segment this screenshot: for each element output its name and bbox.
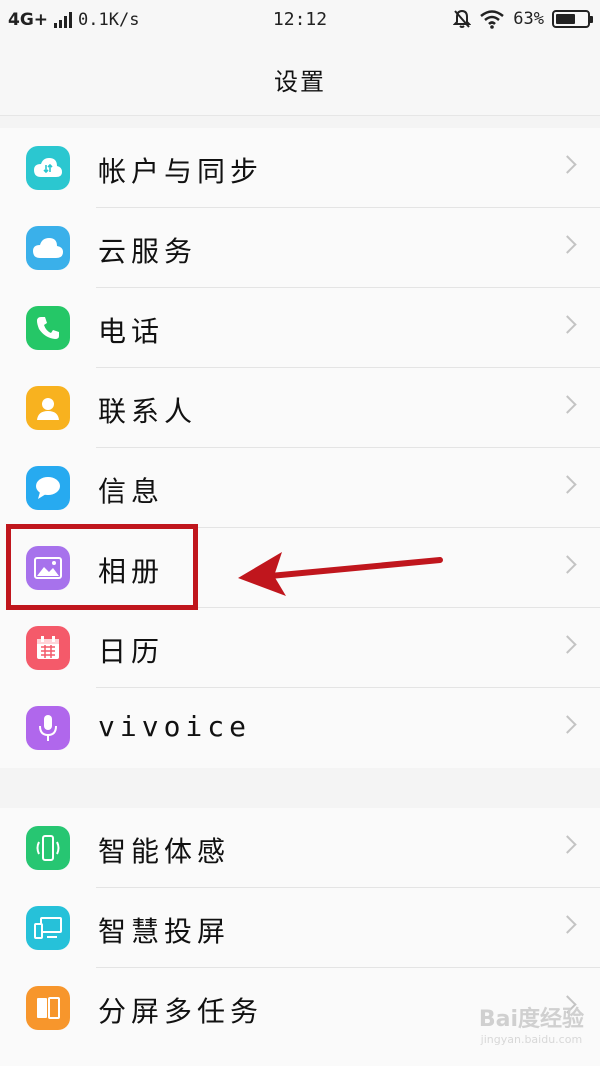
settings-item-cloud-service[interactable]: 云服务 bbox=[0, 208, 600, 288]
settings-item-contacts[interactable]: 联系人 bbox=[0, 368, 600, 448]
page-title: 设置 bbox=[274, 68, 326, 96]
watermark-sub: jingyan.baidu.com bbox=[480, 1033, 583, 1046]
photo-icon bbox=[26, 546, 70, 590]
settings-item-label: 智慧投屏 bbox=[98, 915, 231, 948]
settings-item-label: 帐户与同步 bbox=[98, 155, 264, 188]
settings-item-label: 智能体感 bbox=[98, 835, 231, 868]
cloud-sync-icon bbox=[26, 146, 70, 190]
chevron-right-icon bbox=[558, 155, 577, 174]
chevron-right-icon bbox=[558, 235, 577, 254]
chevron-right-icon bbox=[558, 915, 577, 934]
chevron-right-icon bbox=[558, 715, 577, 734]
settings-item-label: 云服务 bbox=[98, 235, 198, 268]
silent-bell-icon bbox=[453, 9, 472, 28]
title-bar: 设置 bbox=[0, 40, 600, 116]
settings-item-account-sync[interactable]: 帐户与同步 bbox=[0, 128, 600, 208]
settings-item-label: 相册 bbox=[98, 555, 165, 588]
settings-item-label: 信息 bbox=[98, 475, 165, 508]
chevron-right-icon bbox=[558, 315, 577, 334]
settings-group-apps: 帐户与同步 云服务 电话 联系人 信息 相册 日历 vivoice bbox=[0, 128, 600, 768]
chevron-right-icon bbox=[558, 635, 577, 654]
phone-icon bbox=[26, 306, 70, 350]
chevron-right-icon bbox=[558, 395, 577, 414]
settings-item-label: 电话 bbox=[98, 315, 165, 348]
chevron-right-icon bbox=[558, 475, 577, 494]
message-icon bbox=[26, 466, 70, 510]
settings-item-label: vivoice bbox=[98, 710, 252, 743]
cloud-icon bbox=[26, 226, 70, 270]
calendar-icon bbox=[26, 626, 70, 670]
battery-percent: 63% bbox=[513, 9, 544, 29]
watermark-logo: Bai度经验 jingyan.baidu.com bbox=[479, 1001, 584, 1046]
contact-icon bbox=[26, 386, 70, 430]
status-right: 63% bbox=[453, 9, 593, 29]
settings-item-screen-cast[interactable]: 智慧投屏 bbox=[0, 888, 600, 968]
battery-icon bbox=[552, 10, 593, 28]
settings-item-label: 日历 bbox=[98, 635, 165, 668]
microphone-icon bbox=[26, 706, 70, 750]
settings-item-album[interactable]: 相册 bbox=[0, 528, 600, 608]
wifi-icon bbox=[480, 10, 505, 29]
status-bar: 4G+ 0.1K/s 12:12 63% bbox=[0, 0, 600, 40]
settings-item-messages[interactable]: 信息 bbox=[0, 448, 600, 528]
smart-motion-icon bbox=[26, 826, 70, 870]
battery-level bbox=[556, 14, 575, 24]
watermark-text: Bai度经验 bbox=[478, 1007, 584, 1032]
chevron-right-icon bbox=[558, 555, 577, 574]
settings-item-smart-motion[interactable]: 智能体感 bbox=[0, 808, 600, 888]
screen-cast-icon bbox=[26, 906, 70, 950]
settings-item-calendar[interactable]: 日历 bbox=[0, 608, 600, 688]
settings-item-vivoice[interactable]: vivoice bbox=[0, 688, 600, 768]
settings-item-phone[interactable]: 电话 bbox=[0, 288, 600, 368]
settings-item-label: 联系人 bbox=[98, 395, 198, 428]
chevron-right-icon bbox=[558, 835, 577, 854]
split-screen-icon bbox=[26, 986, 70, 1030]
settings-item-label: 分屏多任务 bbox=[98, 995, 264, 1028]
